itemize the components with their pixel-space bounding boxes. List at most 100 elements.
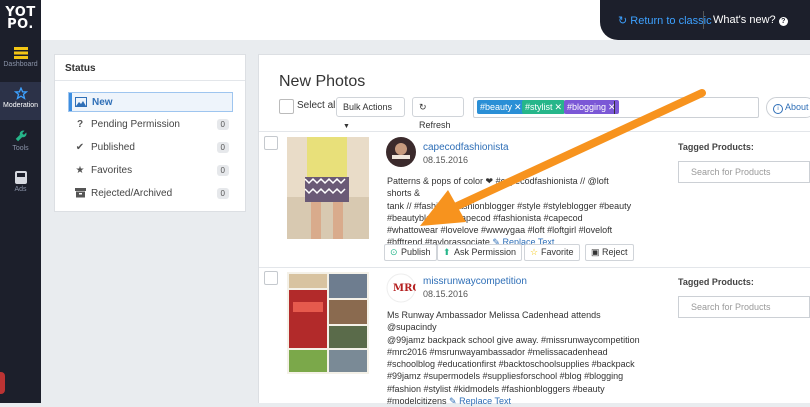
- tagged-products-label: Tagged Products:: [678, 142, 754, 152]
- product-search-input[interactable]: Search for Products: [678, 296, 810, 318]
- star-icon: ☆: [530, 247, 539, 257]
- archive-icon: ▣: [591, 247, 600, 257]
- sidebar-item-tools[interactable]: Tools: [0, 124, 41, 162]
- status-item-label: Pending Permission: [91, 119, 180, 130]
- caption-line: #beautyblogger #capecod #fashionista #ca…: [387, 212, 583, 223]
- photo-image: [287, 137, 369, 239]
- tag-chip-beauty[interactable]: #beauty ✕: [477, 100, 525, 114]
- caption-line: #99jamz #supermodels #suppliesforschool …: [387, 371, 624, 382]
- post-caption: Patterns & pops of color ❤ #capecodfashi…: [387, 175, 635, 249]
- info-icon: i: [773, 104, 783, 114]
- refresh-button[interactable]: ↻ Refresh: [412, 97, 464, 130]
- star-icon: [13, 87, 28, 100]
- post-checkbox[interactable]: [264, 271, 278, 285]
- divider: [55, 80, 245, 81]
- caption-line: #mrc2016 #msrunwayambassador #melissacad…: [387, 346, 608, 357]
- close-icon[interactable]: ✕: [555, 102, 563, 112]
- help-icon: ?: [778, 17, 788, 26]
- sidebar-item-moderation[interactable]: Moderation: [0, 82, 41, 120]
- edit-icon: ✎: [449, 396, 457, 407]
- sidebar-item-label: Moderation: [2, 102, 39, 109]
- divider: [259, 131, 810, 132]
- arrow-up-icon: ⬆: [443, 247, 451, 257]
- status-item-label: Published: [91, 142, 135, 153]
- caption-line: Ms Runway Ambassador Melissa Cadenhead a…: [387, 310, 601, 333]
- tag-label: #beauty: [480, 102, 513, 112]
- tag-filter-input[interactable]: #beauty ✕ #stylist ✕ #blogging ✕: [473, 97, 759, 118]
- status-item-label: Favorites: [91, 165, 133, 176]
- star-icon: ★: [75, 165, 85, 176]
- product-search-input[interactable]: Search for Products: [678, 161, 810, 183]
- tag-chip-stylist[interactable]: #stylist ✕: [522, 100, 566, 114]
- avatar-image: [386, 137, 416, 167]
- tag-chip-blogging[interactable]: #blogging ✕: [564, 100, 619, 114]
- wrench-icon: [15, 130, 26, 142]
- caption-line: #schoolblog #educationfirst #backtoschoo…: [387, 359, 635, 370]
- about-label: About: [785, 102, 809, 112]
- bulk-actions-button[interactable]: Bulk Actions ▼: [336, 97, 405, 130]
- select-all-label: Select all: [297, 100, 338, 111]
- reject-label: Reject: [602, 247, 628, 257]
- divider: [259, 267, 810, 268]
- sidebar-item-label: Dashboard: [3, 61, 38, 68]
- edge-indicator: [0, 372, 5, 394]
- left-sidebar: Dashboard Moderation Tools Ads: [0, 40, 41, 403]
- post-username[interactable]: missrunwaycompetition: [423, 276, 527, 287]
- sidebar-item-label: Tools: [12, 145, 29, 152]
- publish-button[interactable]: ⊙ Publish: [384, 244, 437, 261]
- about-button[interactable]: i About: [766, 97, 810, 118]
- svg-text:MRC: MRC: [393, 283, 416, 294]
- publish-icon: ⊙: [390, 247, 398, 257]
- caption-line: #modelcitizens: [387, 396, 447, 407]
- count-badge: 0: [216, 119, 229, 130]
- caret-down-icon: ▼: [343, 123, 350, 130]
- sidebar-item-label: Ads: [14, 186, 27, 193]
- tag-label: #stylist: [525, 102, 553, 112]
- refresh-label: Refresh: [419, 120, 451, 130]
- sidebar-item-ads[interactable]: Ads: [0, 166, 41, 204]
- reject-button[interactable]: ▣ Reject: [585, 244, 634, 261]
- replace-text-link[interactable]: ✎ Replace Text: [449, 396, 511, 406]
- avatar[interactable]: [386, 137, 416, 167]
- ads-icon: [14, 171, 27, 184]
- status-item-new[interactable]: New: [68, 92, 233, 112]
- return-to-classic-link[interactable]: ↻ Return to classic: [618, 14, 712, 27]
- post-photo[interactable]: [287, 272, 369, 374]
- photo-image: [287, 272, 369, 374]
- avatar-image: MRC: [386, 273, 416, 303]
- caption-line: tank // #fashion #fashionblogger #style …: [387, 200, 632, 211]
- status-item-published[interactable]: ✔ Published 0: [68, 138, 233, 158]
- replace-text-label: Replace Text: [459, 396, 511, 407]
- favorite-button[interactable]: ☆ Favorite: [524, 244, 580, 261]
- page-title: New Photos: [279, 73, 366, 90]
- logo-line2: PO.: [7, 17, 34, 32]
- favorite-label: Favorite: [541, 247, 574, 257]
- avatar[interactable]: MRC: [386, 273, 416, 303]
- post-caption: Ms Runway Ambassador Melissa Cadenhead a…: [387, 309, 647, 407]
- status-panel: Status New ? Pending Permission 0 ✔ Publ…: [54, 54, 246, 212]
- caption-line: @99jamz backpack school give away. #miss…: [387, 334, 640, 345]
- ask-permission-button[interactable]: ⬆ Ask Permission: [437, 244, 523, 261]
- sidebar-item-dashboard[interactable]: Dashboard: [0, 42, 41, 80]
- count-badge: 0: [216, 188, 229, 199]
- tag-label: #blogging: [567, 102, 607, 112]
- divider: [703, 11, 704, 29]
- yotpo-logo[interactable]: YOT PO.: [0, 0, 41, 40]
- return-link-label: Return to classic: [630, 15, 712, 27]
- post-date: 08.15.2016: [423, 289, 469, 299]
- check-icon: ✔: [75, 142, 85, 153]
- select-all-checkbox[interactable]: [279, 99, 294, 114]
- status-item-rejected-archived[interactable]: Rejected/Archived 0: [68, 184, 233, 204]
- refresh-icon: ↻: [618, 15, 628, 27]
- close-icon[interactable]: ✕: [514, 102, 522, 112]
- text-caret: [614, 101, 615, 114]
- whats-new-link[interactable]: What's new? ?: [713, 14, 788, 26]
- status-item-favorites[interactable]: ★ Favorites 0: [68, 161, 233, 181]
- post-date: 08.15.2016: [423, 155, 469, 165]
- tagged-products-label: Tagged Products:: [678, 277, 754, 287]
- post-photo[interactable]: [287, 137, 369, 239]
- post-username[interactable]: capecodfashionista: [423, 142, 509, 153]
- dashboard-icon: [13, 47, 28, 59]
- status-item-pending-permission[interactable]: ? Pending Permission 0: [68, 115, 233, 135]
- post-checkbox[interactable]: [264, 136, 278, 150]
